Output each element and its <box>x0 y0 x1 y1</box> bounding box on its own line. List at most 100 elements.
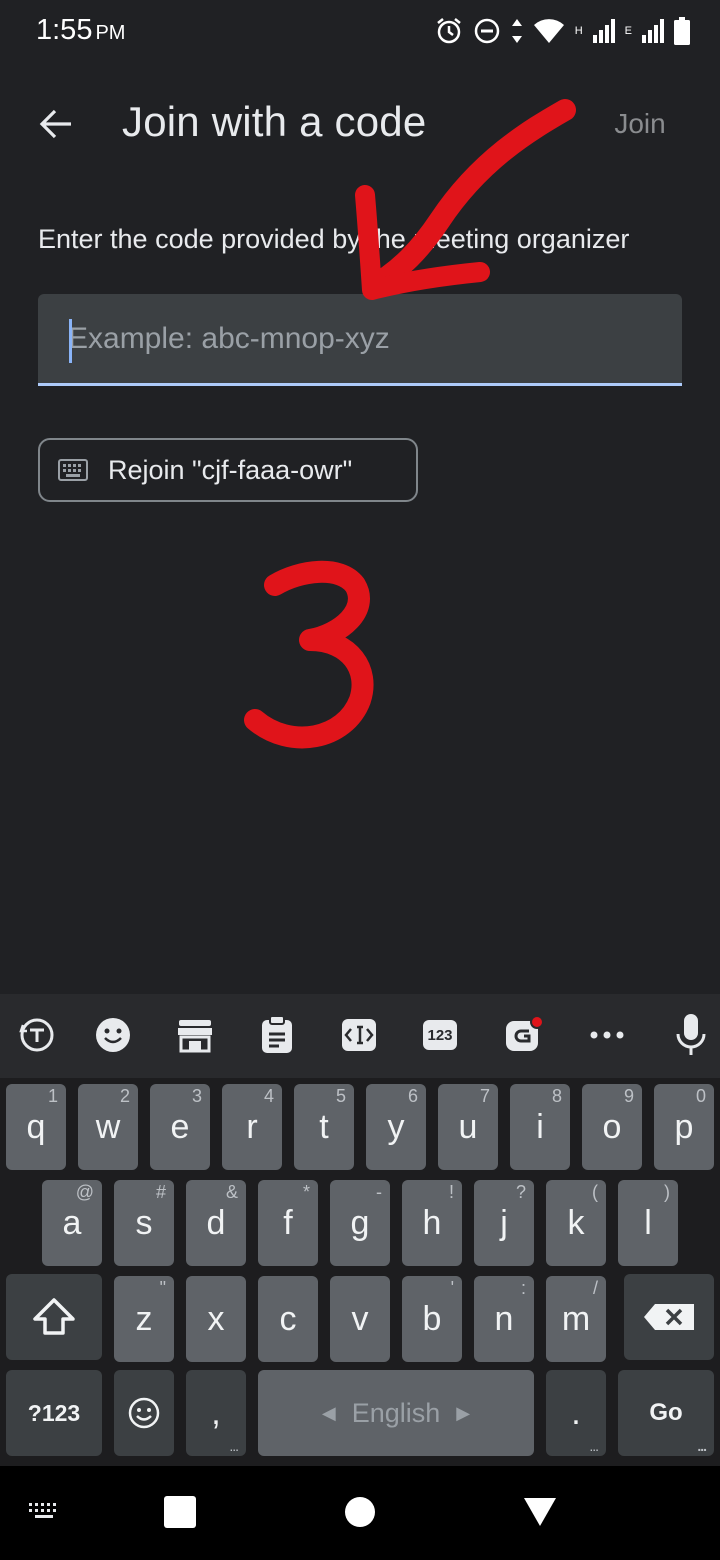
key-u[interactable]: u7 <box>438 1084 498 1170</box>
back-button[interactable] <box>30 98 82 150</box>
key-b[interactable]: b ' <box>402 1276 462 1362</box>
translate-button[interactable] <box>10 1008 64 1062</box>
key-hint: 8 <box>551 1086 562 1106</box>
numpad-button[interactable]: 123 <box>413 1008 467 1062</box>
space-key[interactable]: ◀ English ▶ <box>258 1370 534 1456</box>
key-m[interactable]: m / <box>546 1276 606 1362</box>
recents-button[interactable] <box>164 1496 196 1528</box>
annotation-arrow <box>355 99 576 300</box>
key-hint: & <box>225 1182 238 1202</box>
period-key[interactable]: . ... <box>546 1370 606 1456</box>
comma-key-label: , <box>211 1393 221 1432</box>
translate-icon <box>19 1018 54 1052</box>
gif-button[interactable] <box>496 1008 550 1062</box>
key-n[interactable]: n: <box>474 1276 534 1362</box>
rejoin-button[interactable]: Rejoin "cjf-faaa-owr" <box>38 438 418 502</box>
key-w[interactable]: w2 <box>78 1084 138 1170</box>
key-f[interactable]: f * <box>258 1180 318 1266</box>
key-h[interactable]: h! <box>402 1180 462 1266</box>
key-label: c <box>279 1299 297 1338</box>
voice-input-button[interactable] <box>664 1008 718 1062</box>
more-options-button[interactable] <box>580 1008 634 1062</box>
key-z[interactable]: z " <box>114 1276 174 1362</box>
back-nav-button[interactable] <box>522 1496 558 1533</box>
key-s[interactable]: s # <box>114 1180 174 1266</box>
text-edit-icon <box>342 1019 376 1051</box>
key-v[interactable]: v <box>330 1276 390 1362</box>
key-q[interactable]: q1 <box>6 1084 66 1170</box>
rejoin-label: Rejoin "cjf-faaa-owr" <box>108 454 353 485</box>
annotation-number: 3 <box>230 540 390 760</box>
key-i[interactable]: i8 <box>510 1084 570 1170</box>
key-label: d <box>206 1203 226 1242</box>
data-transfer-icon <box>511 19 522 43</box>
key-hint: 7 <box>479 1086 490 1106</box>
symbols-key[interactable]: ?123 <box>6 1370 102 1456</box>
status-icons: H E <box>435 14 690 48</box>
key-y[interactable]: y6 <box>366 1084 426 1170</box>
key-hint: / <box>592 1278 598 1298</box>
clipboard-icon <box>262 1015 292 1053</box>
smiley-icon <box>96 1018 130 1052</box>
keyboard-toolbar: 123 <box>0 994 720 1078</box>
key-k[interactable]: k( <box>546 1180 606 1266</box>
key-j[interactable]: j? <box>474 1180 534 1266</box>
go-key-more: ... <box>697 1438 707 1454</box>
system-nav-bar <box>0 1466 720 1560</box>
shift-key[interactable] <box>6 1274 102 1360</box>
key-p[interactable]: p0 <box>654 1084 714 1170</box>
key-d[interactable]: d & <box>186 1180 246 1266</box>
keyboard: q1w2e3r4t5y6u7i8o9p0 a @ s # d & f * g - h! j? k(l) … <box>0 1078 720 1466</box>
numpad-label: 123 <box>427 1026 453 1044</box>
key-label: r <box>246 1107 258 1146</box>
key-label: i <box>536 1107 544 1146</box>
key-label: o <box>602 1107 622 1146</box>
keyboard-switch-button[interactable] <box>22 1496 66 1526</box>
microphone-icon <box>676 1014 706 1055</box>
more-horiz-icon <box>590 1031 624 1039</box>
key-o[interactable]: o9 <box>582 1084 642 1170</box>
comma-key[interactable]: , ... <box>186 1370 246 1456</box>
key-g[interactable]: g- <box>330 1180 390 1266</box>
key-label: p <box>674 1107 694 1146</box>
key-c[interactable]: c <box>258 1276 318 1362</box>
go-key[interactable]: Go ... <box>618 1370 714 1456</box>
text-editing-button[interactable] <box>332 1008 386 1062</box>
keyboard-switch-icon <box>29 1503 56 1518</box>
key-r[interactable]: r4 <box>222 1084 282 1170</box>
key-label: a <box>62 1203 82 1242</box>
key-e[interactable]: e3 <box>150 1084 210 1170</box>
alarm-icon <box>436 18 461 44</box>
key-l[interactable]: l) <box>618 1180 678 1266</box>
key-label: u <box>458 1107 478 1146</box>
join-button[interactable]: Join <box>592 98 688 150</box>
wifi-icon <box>533 19 564 43</box>
clipboard-button[interactable] <box>250 1008 304 1062</box>
key-hint: ' <box>450 1278 454 1298</box>
key-label: m <box>561 1299 591 1338</box>
emoji-sticker-button[interactable] <box>86 1008 140 1062</box>
key-x[interactable]: x <box>186 1276 246 1362</box>
text-cursor <box>69 319 72 363</box>
back-triangle-icon <box>524 1498 556 1526</box>
shift-icon <box>33 1298 75 1335</box>
clock: 1:55 PM <box>36 14 125 47</box>
key-t[interactable]: t5 <box>294 1084 354 1170</box>
key-a[interactable]: a @ <box>42 1180 102 1266</box>
key-label: e <box>170 1107 190 1146</box>
annotation-number-stroke <box>244 560 374 749</box>
status-bar: 1:55 PM H E <box>0 0 720 64</box>
key-label: y <box>387 1107 405 1146</box>
key-label: j <box>500 1203 508 1242</box>
language-next-icon: ▶ <box>456 1402 471 1423</box>
space-key-label: English <box>351 1397 441 1428</box>
emoji-key[interactable] <box>114 1370 174 1456</box>
key-label: n <box>494 1299 514 1338</box>
period-key-more: ... <box>589 1438 599 1454</box>
backspace-key[interactable] <box>624 1274 714 1360</box>
shop-button[interactable] <box>168 1008 222 1062</box>
network-type-e: E <box>624 25 632 37</box>
language-prev-icon: ◀ <box>321 1402 336 1423</box>
home-button[interactable] <box>345 1497 375 1527</box>
clock-ampm: PM <box>95 22 126 44</box>
